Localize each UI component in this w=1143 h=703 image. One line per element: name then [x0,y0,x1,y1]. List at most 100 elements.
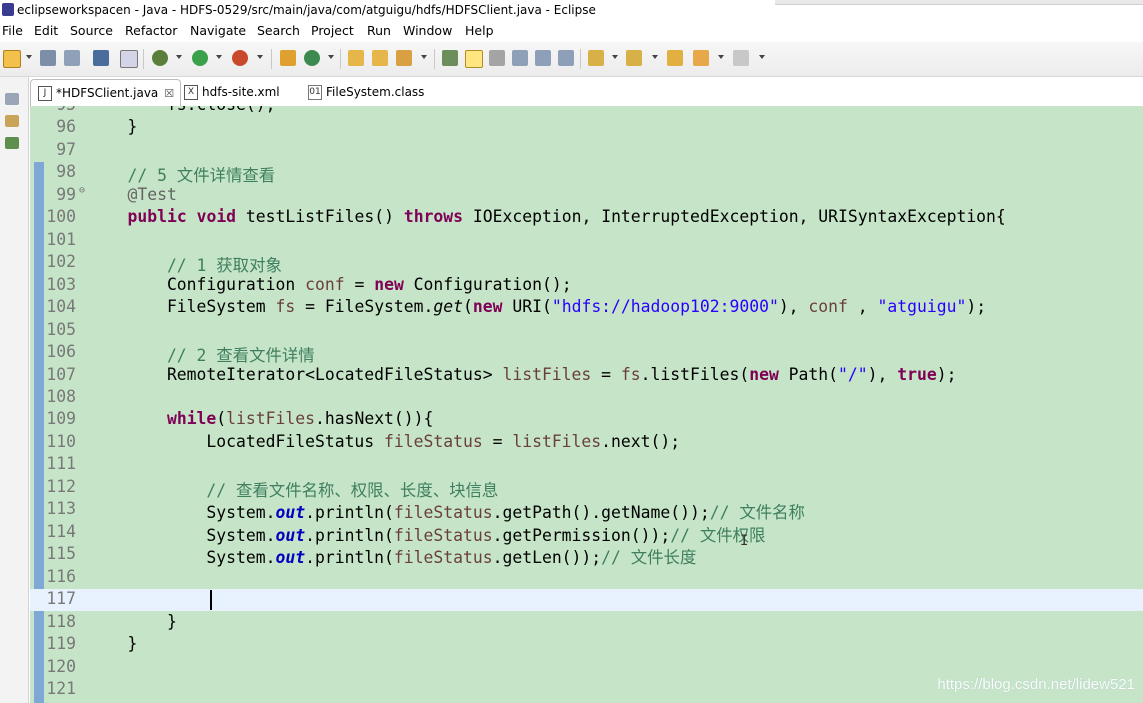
line-number: 119 [46,634,76,653]
code-line: 109 while(listFiles.hasNext()){ [30,409,1143,431]
menu-window[interactable]: Window [403,20,452,42]
run-icon[interactable] [192,50,208,66]
previous-annotation-dropdown-icon[interactable] [652,55,658,59]
new-java-package-icon[interactable] [280,50,296,66]
mark-occurrences-icon[interactable] [465,50,483,68]
line-number: 109 [46,409,76,428]
code-line: 95 fs.close(); [30,106,1143,117]
search-dropdown-icon[interactable] [421,55,427,59]
code-line: 119 } [30,634,1143,656]
pilcrow-icon[interactable] [558,50,574,66]
new-dropdown-icon[interactable] [26,55,32,59]
line-number: 105 [46,320,76,339]
external-tools-icon[interactable] [232,50,248,66]
forward-dropdown-icon[interactable] [759,55,765,59]
line-number: 114 [46,522,76,541]
open-task-icon[interactable] [372,50,388,66]
toolbar-separator [271,49,272,69]
menu-project[interactable]: Project [311,20,354,42]
debug-icon[interactable] [152,50,168,66]
code-line: 113 System.out.println(fileStatus.getPat… [30,499,1143,522]
junit-icon[interactable] [5,137,19,149]
console-icon[interactable] [93,50,109,66]
main-toolbar [0,42,1143,77]
line-number: 106 [46,342,76,361]
code-line: 105 [30,320,1143,342]
next-annotation-dropdown-icon[interactable] [612,55,618,59]
toggle-breadcrumb-icon[interactable] [442,50,458,66]
line-number: 113 [46,499,76,518]
tab-filesystem-class[interactable]: 01 FileSystem.class [308,79,424,106]
menu-navigate[interactable]: Navigate [190,20,246,42]
show-whitespace-icon[interactable] [535,50,551,66]
title-overlay [775,0,1143,5]
toolbar-separator [340,49,341,69]
line-number: 112 [46,477,76,496]
tab-label: hdfs-site.xml [202,85,280,99]
save-all-icon[interactable] [64,50,80,66]
line-number: 107 [46,365,76,384]
menu-edit[interactable]: Edit [34,20,58,42]
next-annotation-icon[interactable] [588,50,604,66]
toolbar-separator [143,49,144,69]
line-number: 101 [46,230,76,249]
code-line: 111 [30,454,1143,476]
search-icon[interactable] [396,50,412,66]
save-icon[interactable] [40,50,56,66]
code-line: 96 } [30,117,1143,139]
code-line: 101 [30,230,1143,252]
menu-file[interactable]: File [2,20,23,42]
text-caret [210,590,212,610]
code-line: 97 [30,140,1143,162]
new-java-class-icon[interactable] [304,50,320,66]
menu-search[interactable]: Search [257,20,300,42]
code-line: 115 System.out.println(fileStatus.getLen… [30,544,1143,567]
fold-collapse-icon[interactable]: ⊖ [79,185,85,196]
menu-help[interactable]: Help [465,20,494,42]
eclipse-app-icon [2,3,14,16]
word-wrap-icon[interactable] [489,50,505,66]
menu-source[interactable]: Source [70,20,113,42]
new-icon[interactable] [3,50,21,68]
line-number: 102 [46,252,76,271]
code-line: 100 public void testListFiles() throws I… [30,207,1143,229]
tab-hdfsclient-java[interactable]: J *HDFSClient.java ☒ [30,79,181,107]
line-number: 116 [46,567,76,586]
code-editor[interactable]: 95 fs.close(); 96 } 97 98 // 5 文件详情查看 99… [30,106,1143,703]
toolbar-separator [434,49,435,69]
open-type-icon[interactable] [348,50,364,66]
line-number: 117 [46,589,76,608]
restore-icon[interactable] [5,93,19,105]
code-line: 104 FileSystem fs = FileSystem.get(new U… [30,297,1143,319]
line-number: 97 [56,140,76,159]
line-number: 103 [46,275,76,294]
block-selection-icon[interactable] [512,50,528,66]
new-class-dropdown-icon[interactable] [328,55,334,59]
skip-breakpoints-icon[interactable] [120,50,138,68]
watermark: https://blog.csdn.net/lidew521 [937,676,1135,693]
debug-dropdown-icon[interactable] [176,55,182,59]
forward-icon[interactable] [733,50,749,66]
menu-bar: File Edit Source Refactor Navigate Searc… [0,20,1143,42]
line-number: 115 [46,544,76,563]
code-line-current[interactable]: 117 [30,589,1143,612]
class-file-icon: 01 [308,85,322,100]
code-line: 114 System.out.println(fileStatus.getPer… [30,522,1143,545]
tab-hdfs-site-xml[interactable]: Xhdfs-site.xml [184,79,280,106]
line-number: 110 [46,432,76,451]
back-icon[interactable] [693,50,709,66]
back-dropdown-icon[interactable] [718,55,724,59]
line-number: 121 [46,679,76,698]
menu-run[interactable]: Run [367,20,391,42]
package-explorer-icon[interactable] [5,115,19,127]
i-beam-cursor-icon: I [740,533,749,549]
close-icon[interactable]: ☒ [164,87,174,100]
line-number: 118 [46,612,76,631]
xml-file-icon: X [184,85,198,100]
code-line: 116 [30,567,1143,589]
menu-refactor[interactable]: Refactor [125,20,177,42]
external-tools-dropdown-icon[interactable] [257,55,263,59]
run-dropdown-icon[interactable] [216,55,222,59]
last-edit-location-icon[interactable] [667,50,683,66]
previous-annotation-icon[interactable] [626,50,642,66]
